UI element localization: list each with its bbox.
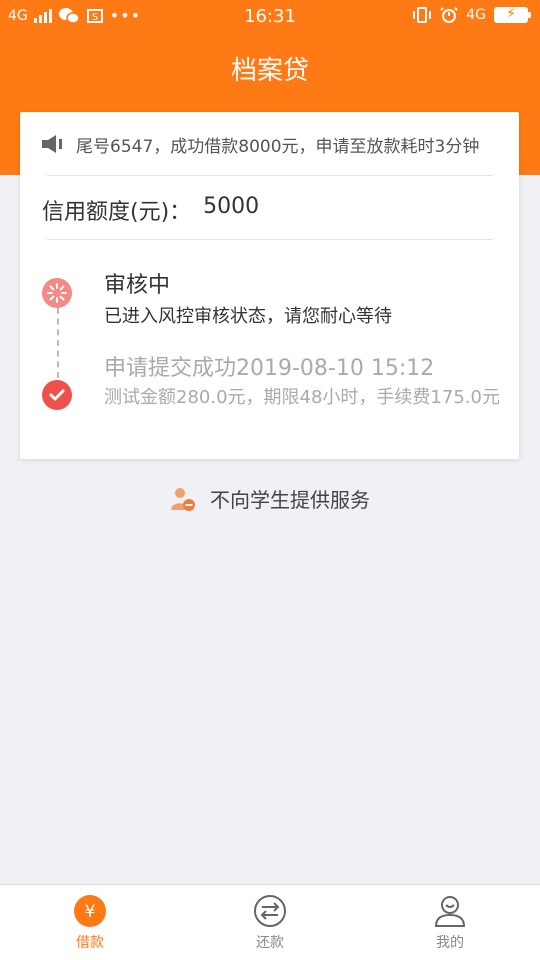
step-title-submitted: 申请提交成功2019-08-10 15:12 xyxy=(104,356,435,381)
tab-repay-label: 还款 xyxy=(256,935,284,951)
no-student-icon xyxy=(171,487,195,511)
bottom-nav: ¥ 借款 还款 我的 xyxy=(0,884,540,960)
credit-value: 5000 xyxy=(203,194,260,219)
status-right: 4G ⚡ xyxy=(412,6,531,24)
vibrate-icon xyxy=(413,7,432,23)
no-students-text: 不向学生提供服务 xyxy=(210,488,370,512)
credit-label: 信用额度(元)： xyxy=(42,200,192,225)
user-icon xyxy=(434,896,466,927)
page-title: 档案贷 xyxy=(230,56,309,86)
divider xyxy=(47,175,493,176)
credit-limit: 信用额度(元)： 5000 xyxy=(42,194,259,226)
step-title-reviewing: 审核中 xyxy=(104,273,171,298)
check-icon xyxy=(42,380,72,410)
step-desc-submitted: 测试金额280.0元，期限48小时，手续费175.0元 xyxy=(104,387,500,408)
yen-icon: ¥ xyxy=(74,895,106,927)
tab-mine-label: 我的 xyxy=(436,935,464,951)
loan-notice: 尾号6547，成功借款8000元，申请至放款耗时3分钟 xyxy=(42,130,501,158)
svg-text:¥: ¥ xyxy=(85,902,96,922)
loan-status-card: 尾号6547，成功借款8000元，申请至放款耗时3分钟 信用额度(元)： 500… xyxy=(20,112,519,459)
alarm-icon xyxy=(440,7,458,23)
tab-mine[interactable]: 我的 xyxy=(360,885,540,960)
notice-text: 尾号6547，成功借款8000元，申请至放款耗时3分钟 xyxy=(76,136,480,157)
tab-borrow-label: 借款 xyxy=(76,935,104,951)
tab-borrow[interactable]: ¥ 借款 xyxy=(0,885,180,960)
timeline-connector xyxy=(57,308,59,378)
network-label-right: 4G xyxy=(466,7,486,23)
tab-repay[interactable]: 还款 xyxy=(180,885,360,960)
status-bar: 4G S ••• 16:31 4G ⚡ xyxy=(0,0,540,34)
divider xyxy=(47,239,493,240)
speaker-icon xyxy=(42,135,62,153)
step-desc-reviewing: 已进入风控审核状态，请您耐心等待 xyxy=(104,306,392,327)
pending-icon xyxy=(42,278,72,308)
battery-icon: ⚡ xyxy=(494,6,531,23)
exchange-icon xyxy=(254,895,286,927)
no-students-notice: 不向学生提供服务 xyxy=(0,484,540,513)
